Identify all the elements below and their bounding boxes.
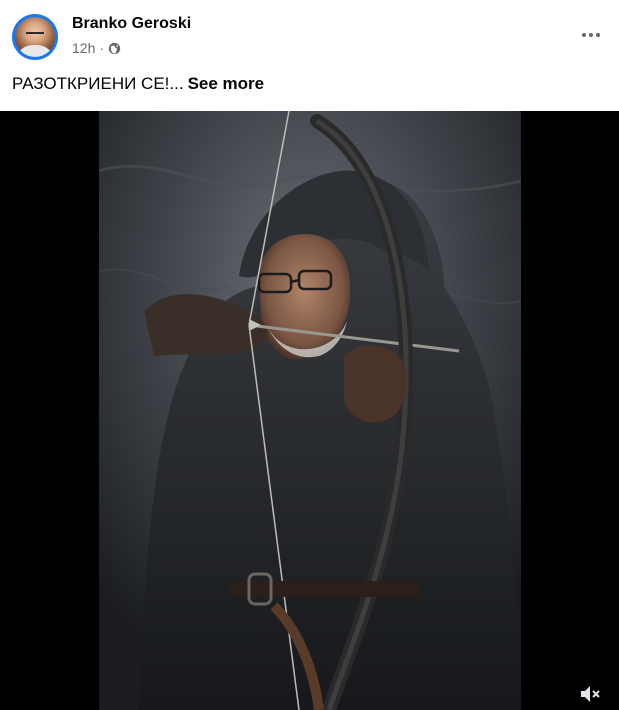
post-body-text: РАЗОТКРИЕНИ СЕ!...	[12, 74, 184, 93]
post-time[interactable]: 12h	[72, 40, 95, 56]
post-text: РАЗОТКРИЕНИ СЕ!... See more	[12, 74, 264, 94]
more-options-button[interactable]	[577, 21, 605, 49]
avatar-glasses	[26, 32, 44, 38]
meta-separator: ·	[99, 40, 105, 56]
post-video[interactable]	[0, 111, 619, 710]
globe-icon[interactable]	[108, 42, 121, 55]
author-name[interactable]: Branko Geroski	[72, 15, 191, 33]
video-still-archer	[99, 111, 521, 710]
author-avatar[interactable]	[12, 14, 58, 60]
avatar-photo	[15, 17, 55, 57]
avatar-shirt	[19, 45, 51, 57]
video-frame[interactable]	[99, 111, 521, 710]
post-meta: 12h ·	[72, 40, 121, 56]
facebook-post: Branko Geroski 12h · РАЗОТКРИЕНИ СЕ!... S…	[0, 0, 619, 710]
post-header: Branko Geroski 12h ·	[0, 0, 619, 66]
more-horizontal-icon	[582, 33, 600, 37]
see-more-link[interactable]: See more	[188, 74, 265, 93]
muted-speaker-icon[interactable]	[579, 684, 601, 704]
